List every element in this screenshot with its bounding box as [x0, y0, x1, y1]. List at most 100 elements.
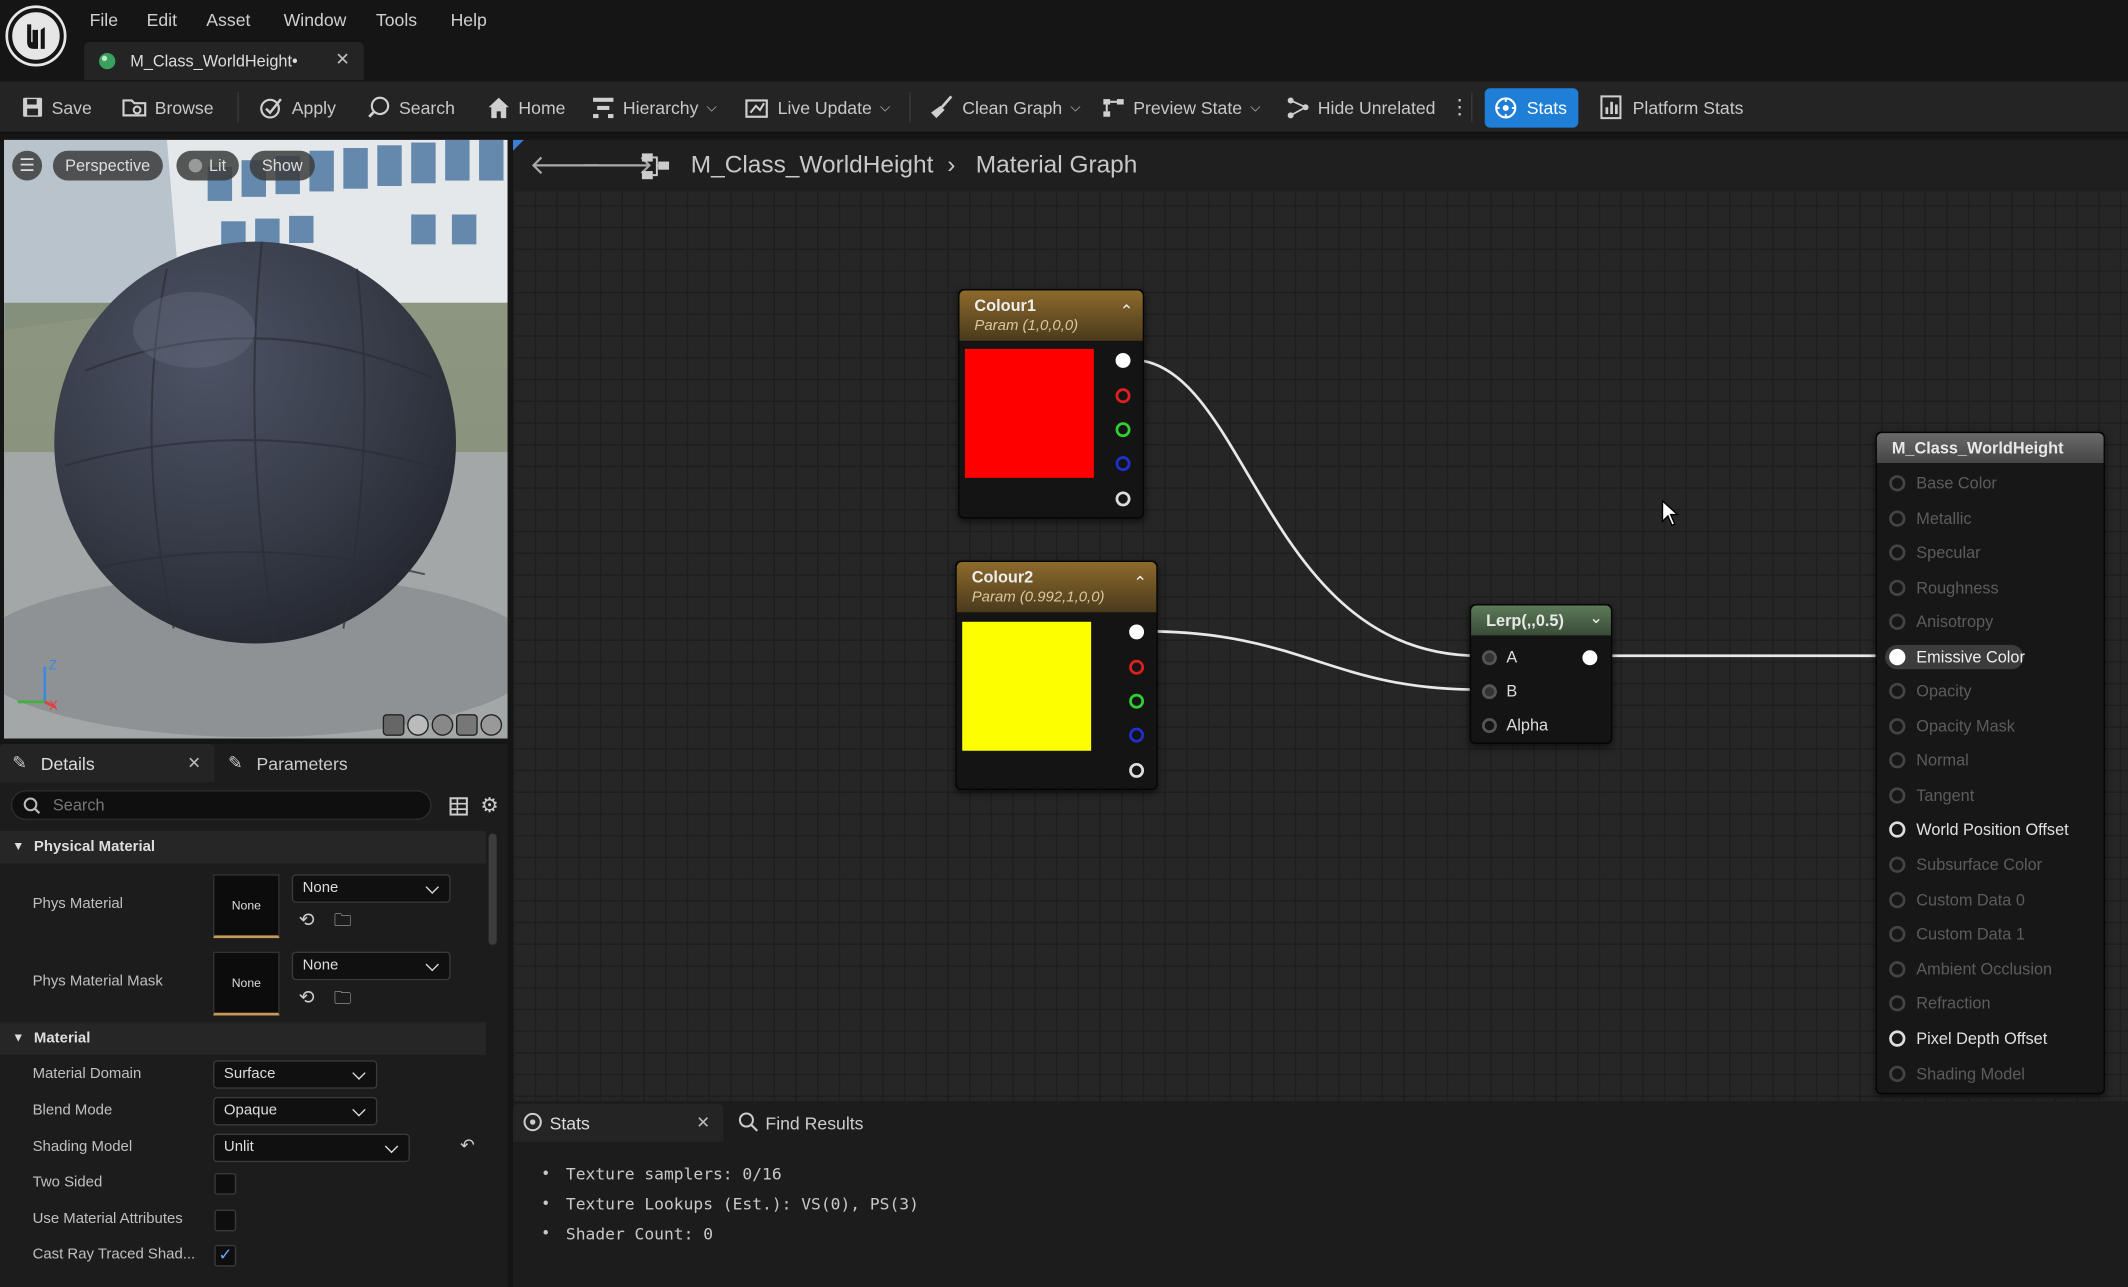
opacity-pin[interactable]: [1889, 682, 1906, 700]
colour2-rgb-output-pin[interactable]: [1129, 624, 1145, 640]
colour1-a-output-pin[interactable]: [1115, 491, 1131, 507]
close-details-icon[interactable]: ✕: [187, 753, 201, 772]
show-button[interactable]: Show: [249, 150, 315, 181]
lerp-alpha-input-pin[interactable]: [1481, 718, 1497, 734]
colour2-r-output-pin[interactable]: [1129, 659, 1145, 675]
document-tab[interactable]: M_Class_WorldHeight• ✕: [84, 42, 364, 81]
menu-help[interactable]: Help: [451, 10, 487, 30]
use-material-attributes-checkbox[interactable]: [214, 1209, 237, 1232]
lerp-node-header[interactable]: Lerp(,,0.5) ⌄: [1471, 605, 1611, 636]
breadcrumb-asset[interactable]: M_Class_WorldHeight: [691, 151, 934, 180]
phys-material-mask-dropdown[interactable]: None: [291, 951, 451, 981]
collapse-chevron-icon[interactable]: ⌃: [1133, 573, 1147, 592]
plane-preview-icon[interactable]: [431, 714, 454, 736]
custom-data-0-pin[interactable]: [1889, 891, 1906, 909]
menu-tools[interactable]: Tools: [376, 10, 417, 30]
settings-gear-icon[interactable]: ⚙: [480, 793, 498, 817]
colour1-r-output-pin[interactable]: [1115, 388, 1131, 404]
tangent-pin[interactable]: [1889, 787, 1906, 804]
search-button[interactable]: Search: [368, 81, 455, 133]
colour2-a-output-pin[interactable]: [1129, 762, 1145, 778]
unreal-logo[interactable]: [8, 8, 64, 64]
home-button[interactable]: Home: [487, 81, 566, 133]
colour2-g-output-pin[interactable]: [1129, 693, 1145, 709]
blend-mode-dropdown[interactable]: Opaque: [213, 1096, 378, 1126]
material-section[interactable]: ▼ Material: [0, 1022, 486, 1055]
collapse-chevron-icon[interactable]: ⌃: [1120, 301, 1134, 320]
teapot-preview-icon[interactable]: [480, 714, 503, 736]
physical-material-section[interactable]: ▼ Physical Material: [0, 830, 486, 864]
shading-model-pin[interactable]: [1889, 1065, 1906, 1082]
preview-viewport[interactable]: ☰ Perspective Lit Show Z X: [4, 139, 508, 739]
lerp-a-input-pin[interactable]: [1481, 650, 1497, 666]
cylinder-preview-icon[interactable]: [382, 714, 405, 736]
specular-pin[interactable]: [1889, 544, 1906, 561]
more-options-icon[interactable]: ⋮: [1449, 81, 1469, 133]
menu-asset[interactable]: Asset: [206, 10, 250, 30]
cast-ray-traced-checkbox[interactable]: ✓: [214, 1244, 237, 1267]
lerp-b-input-pin[interactable]: [1481, 684, 1497, 700]
colour1-node-header[interactable]: Colour1 Param (1,0,0,0) ⌃: [959, 290, 1143, 341]
menu-file[interactable]: File: [90, 10, 118, 30]
two-sided-checkbox[interactable]: [214, 1172, 237, 1195]
hide-unrelated-button[interactable]: Hide Unrelated: [1287, 81, 1435, 133]
find-results-tab[interactable]: Find Results: [730, 1104, 893, 1142]
details-scrollbar[interactable]: [488, 833, 497, 945]
phys-material-dropdown[interactable]: None: [291, 874, 451, 903]
close-stats-icon[interactable]: ✕: [696, 1113, 710, 1132]
save-button[interactable]: Save: [22, 81, 92, 133]
subsurface-color-pin[interactable]: [1889, 856, 1906, 873]
browse-button[interactable]: Browse: [122, 81, 214, 133]
shading-model-dropdown[interactable]: Unlit: [213, 1133, 410, 1163]
viewport-menu-icon[interactable]: ☰: [12, 150, 43, 181]
use-selected-icon[interactable]: ⟲: [299, 908, 315, 931]
phys-material-mask-thumbnail[interactable]: None: [213, 951, 280, 1016]
colour1-b-output-pin[interactable]: [1115, 456, 1131, 472]
result-node-header[interactable]: M_Class_WorldHeight: [1876, 433, 2104, 463]
clean-graph-dropdown[interactable]: Clean Graph ⌵: [930, 81, 1081, 133]
colour2-node[interactable]: Colour2 Param (0.992,1,0,0) ⌃: [955, 560, 1158, 791]
menu-window[interactable]: Window: [284, 10, 347, 30]
colour1-node[interactable]: Colour1 Param (1,0,0,0) ⌃: [958, 289, 1145, 519]
browse-asset-icon[interactable]: 🗀: [334, 908, 352, 938]
pixel-depth-offset-pin[interactable]: [1889, 1030, 1906, 1047]
parameters-tab[interactable]: ✎ Parameters: [217, 744, 393, 782]
close-tab-icon[interactable]: ✕: [335, 49, 350, 71]
cube-preview-icon[interactable]: [455, 714, 478, 736]
ambient-occlusion-pin[interactable]: [1889, 961, 1906, 978]
world-position-offset-pin[interactable]: [1889, 821, 1906, 838]
details-search-input[interactable]: Search: [10, 790, 432, 820]
preview-state-dropdown[interactable]: Preview State ⌵: [1102, 81, 1261, 133]
use-selected-icon[interactable]: ⟲: [299, 986, 315, 1009]
chevron-down-icon[interactable]: ⌄: [1589, 608, 1603, 627]
lit-button[interactable]: Lit: [176, 150, 239, 181]
reset-to-default-icon[interactable]: ↶: [460, 1135, 475, 1157]
opacity-mask-pin[interactable]: [1889, 718, 1906, 735]
lerp-output-pin[interactable]: [1582, 650, 1598, 666]
colour2-b-output-pin[interactable]: [1129, 727, 1145, 743]
refraction-pin[interactable]: [1889, 995, 1906, 1012]
emissive-color-pin[interactable]: [1889, 648, 1906, 666]
platform-stats-button[interactable]: Platform Stats: [1600, 81, 1743, 133]
table-view-icon[interactable]: [449, 797, 468, 816]
material-domain-dropdown[interactable]: Surface: [213, 1060, 378, 1089]
details-tab[interactable]: ✎ Details ✕: [0, 743, 215, 782]
preview-mesh-selector[interactable]: [382, 714, 503, 736]
hierarchy-dropdown[interactable]: Hierarchy ⌵: [592, 81, 717, 133]
sphere-preview-icon[interactable]: [407, 714, 429, 736]
lerp-node[interactable]: Lerp(,,0.5) ⌄ A B Alpha: [1469, 604, 1613, 744]
base-color-pin[interactable]: [1889, 475, 1906, 492]
menu-edit[interactable]: Edit: [147, 10, 177, 30]
colour2-node-header[interactable]: Colour2 Param (0.992,1,0,0) ⌃: [956, 562, 1157, 613]
normal-pin[interactable]: [1889, 752, 1906, 769]
custom-data-1-pin[interactable]: [1889, 925, 1906, 943]
phys-material-thumbnail[interactable]: None: [213, 874, 280, 939]
metallic-pin[interactable]: [1889, 510, 1906, 527]
perspective-button[interactable]: Perspective: [52, 150, 163, 181]
anisotropy-pin[interactable]: [1889, 613, 1906, 630]
stats-button[interactable]: Stats: [1484, 88, 1579, 128]
live-update-dropdown[interactable]: Live Update ⌵: [745, 81, 890, 133]
colour1-rgb-output-pin[interactable]: [1115, 352, 1131, 368]
stats-tab[interactable]: Stats ✕: [512, 1103, 724, 1142]
browse-asset-icon[interactable]: 🗀: [334, 986, 352, 1016]
